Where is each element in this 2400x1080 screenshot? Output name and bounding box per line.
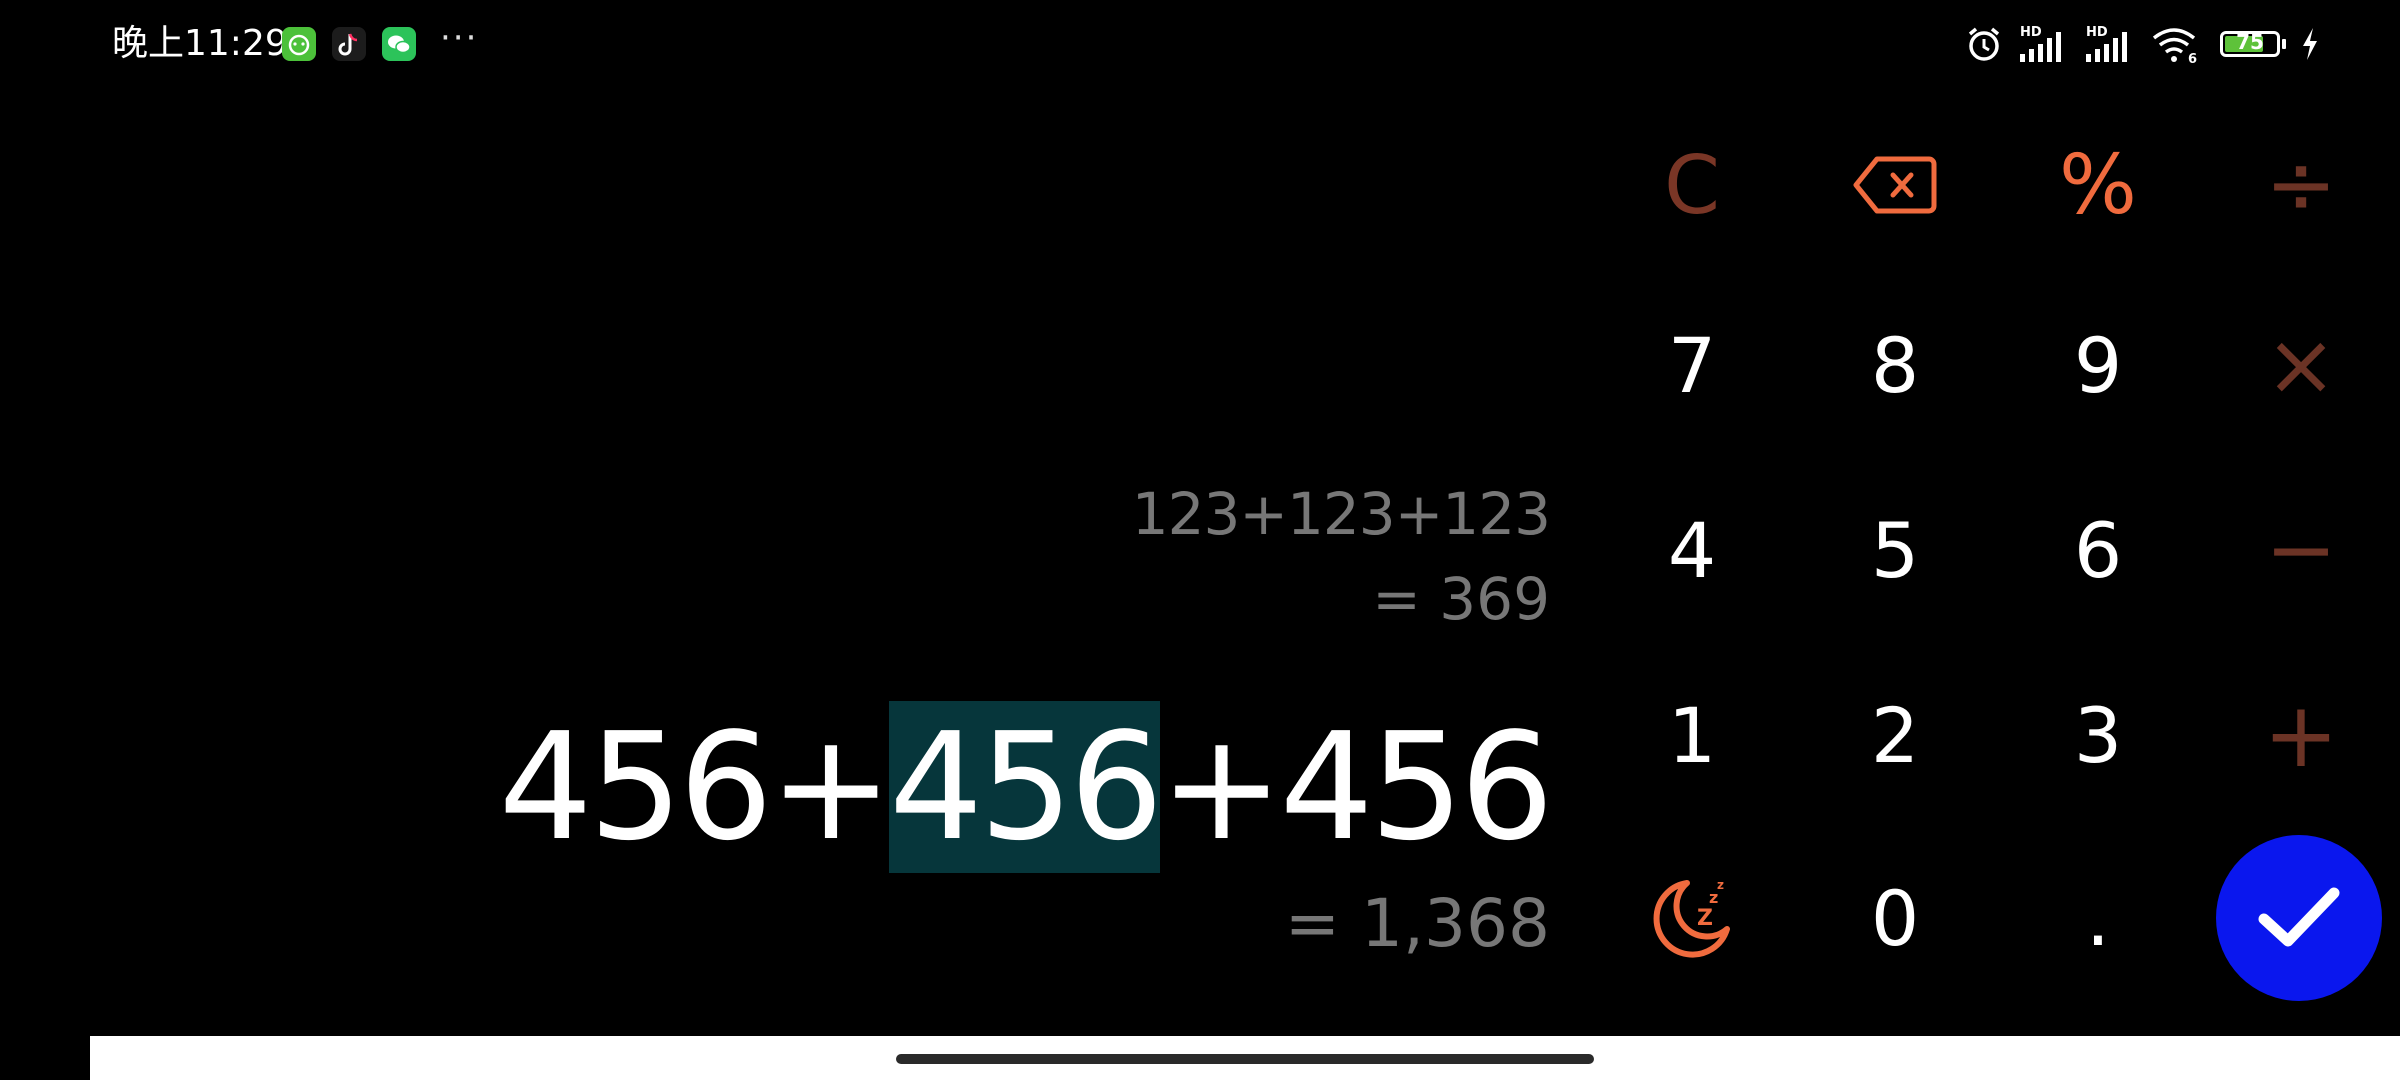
battery-level: 75 bbox=[2236, 30, 2264, 54]
wechat-icon bbox=[382, 27, 416, 61]
digit-7-button[interactable]: 7 bbox=[1597, 290, 1787, 440]
svg-text:HD: HD bbox=[2086, 25, 2108, 40]
digit-0-button[interactable]: 0 bbox=[1800, 843, 1990, 993]
current-result: = 1,368 bbox=[1284, 885, 1550, 962]
percent-button[interactable]: % bbox=[2003, 110, 2193, 260]
svg-text:z: z bbox=[1717, 878, 1724, 892]
charging-icon bbox=[2300, 24, 2320, 64]
moon-sleep-icon: Z z z bbox=[1653, 878, 1730, 958]
selected-expression-part[interactable]: 456 bbox=[889, 701, 1163, 873]
digit-8-button[interactable]: 8 bbox=[1800, 290, 1990, 440]
digit-6-button[interactable]: 6 bbox=[2003, 475, 2193, 625]
plus-button[interactable]: + bbox=[2206, 660, 2396, 810]
current-expression[interactable]: 456+456+456 bbox=[498, 695, 1554, 880]
digit-4-button[interactable]: 4 bbox=[1597, 475, 1787, 625]
digit-9-button[interactable]: 9 bbox=[2003, 290, 2193, 440]
expression-part-before: 456+ bbox=[498, 701, 893, 873]
calculator-screen: 晚上11:29 ··· HD HD 6 75 123+123+123 = 369… bbox=[0, 0, 2400, 1080]
backspace-icon bbox=[1853, 156, 1937, 214]
digit-1-button[interactable]: 1 bbox=[1597, 660, 1787, 810]
status-time: 晚上11:29 bbox=[112, 23, 288, 64]
backspace-button[interactable] bbox=[1800, 110, 1990, 260]
hd-signal-icon-2: HD bbox=[2084, 24, 2136, 64]
digit-5-button[interactable]: 5 bbox=[1800, 475, 1990, 625]
svg-text:HD: HD bbox=[2020, 25, 2042, 40]
calculator-display: 123+123+123 = 369 456+456+456 = 1,368 bbox=[0, 90, 1554, 1040]
history-expression[interactable]: 123+123+123 bbox=[1132, 480, 1551, 548]
status-bar: 晚上11:29 ··· HD HD 6 75 bbox=[0, 0, 2400, 90]
svg-text:Z: Z bbox=[1697, 906, 1713, 931]
battery-icon: 75 bbox=[2216, 24, 2286, 64]
history-result: = 369 bbox=[1372, 565, 1550, 633]
hd-signal-icon: HD bbox=[2018, 24, 2070, 64]
tiktok-icon bbox=[332, 27, 366, 61]
confirm-button[interactable] bbox=[2216, 835, 2382, 1001]
expression-part-after: +456 bbox=[1159, 701, 1554, 873]
digit-3-button[interactable]: 3 bbox=[2003, 660, 2193, 810]
more-notifications-icon: ··· bbox=[440, 18, 479, 58]
minus-button[interactable]: − bbox=[2206, 475, 2396, 625]
home-gesture-handle[interactable] bbox=[896, 1054, 1594, 1064]
status-indicators: HD HD 6 75 bbox=[1964, 24, 2320, 64]
wifi-6-icon: 6 bbox=[2150, 24, 2202, 64]
decimal-button[interactable]: . bbox=[2003, 843, 2193, 993]
alarm-icon bbox=[1964, 24, 2004, 64]
night-mode-button[interactable]: Z z z bbox=[1597, 843, 1787, 993]
digit-2-button[interactable]: 2 bbox=[1800, 660, 1990, 810]
clear-button[interactable]: C bbox=[1597, 110, 1787, 260]
svg-text:6: 6 bbox=[2188, 52, 2197, 64]
green-app-icon bbox=[282, 27, 316, 61]
multiply-button[interactable]: × bbox=[2206, 290, 2396, 440]
divide-button[interactable]: ÷ bbox=[2206, 110, 2396, 260]
check-icon bbox=[2258, 887, 2340, 947]
